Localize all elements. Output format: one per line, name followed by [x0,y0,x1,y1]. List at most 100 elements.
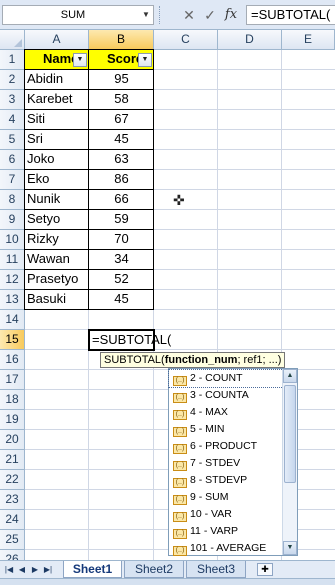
cell-value: Sri [27,131,43,146]
table-cell[interactable]: Sri [24,129,89,150]
row-header-4[interactable]: 4 [0,110,25,130]
autocomplete-option[interactable]: (..) 101 - AVERAGE [169,540,283,557]
tab-sheet2[interactable]: Sheet2 [124,561,184,578]
table-cell[interactable]: Joko [24,149,89,170]
table-cell[interactable]: 66 [88,189,154,210]
autocomplete-scrollbar[interactable]: ▲ ▼ [282,369,297,555]
row-header-3[interactable]: 3 [0,90,25,110]
table-cell[interactable]: Eko [24,169,89,190]
table-cell[interactable]: 86 [88,169,154,190]
row-header-24[interactable]: 24 [0,510,25,530]
table-cell[interactable]: Rizky [24,229,89,250]
row-header-25[interactable]: 25 [0,530,25,550]
cell-value: 45 [114,131,129,146]
table-cell[interactable]: Basuki [24,289,89,310]
tab-sheet1[interactable]: Sheet1 [63,561,122,578]
row-header-10[interactable]: 10 [0,230,25,250]
table-cell[interactable]: 59 [88,209,154,230]
table-cell[interactable]: 70 [88,229,154,250]
row-header-16[interactable]: 16 [0,350,25,370]
insert-function-icon[interactable]: fx [222,5,240,25]
gridline [25,349,335,350]
row-header-19[interactable]: 19 [0,410,25,430]
row-header-12[interactable]: 12 [0,270,25,290]
table-cell[interactable]: 58 [88,89,154,110]
table-cell[interactable]: 52 [88,269,154,290]
table-cell[interactable]: 34 [88,249,154,270]
table-cell[interactable]: Prasetyo [24,269,89,290]
table-cell[interactable]: 45 [88,129,154,150]
row-header-1[interactable]: 1 [0,50,25,70]
column-header-d[interactable]: D [218,30,282,50]
formula-bar-grip[interactable] [159,6,162,24]
active-cell-text: =SUBTOTAL( [92,332,172,347]
tab-sheet3[interactable]: Sheet3 [186,561,246,578]
table-cell[interactable]: 63 [88,149,154,170]
chevron-down-icon[interactable]: ▼ [140,7,152,23]
autocomplete-option[interactable]: (..) 5 - MIN [169,421,283,438]
table-cell[interactable]: Setyo [24,209,89,230]
autocomplete-option[interactable]: (..) 10 - VAR [169,506,283,523]
row-header-17[interactable]: 17 [0,370,25,390]
table-header-cell[interactable]: Name ▼ [24,49,89,70]
row-header-11[interactable]: 11 [0,250,25,270]
row-header-2[interactable]: 2 [0,70,25,90]
select-all-corner[interactable] [0,30,25,50]
scroll-up-icon[interactable]: ▲ [283,369,297,383]
row-header-15[interactable]: 15 [0,330,25,350]
last-sheet-icon[interactable]: ▶| [41,563,55,577]
autocomplete-option[interactable]: (..) 8 - STDEVP [169,472,283,489]
autocomplete-option[interactable]: (..) 3 - COUNTA [169,387,283,404]
row-header-23[interactable]: 23 [0,490,25,510]
column-header-a[interactable]: A [25,30,89,50]
cell-value: 58 [114,91,129,106]
row-header-22[interactable]: 22 [0,470,25,490]
table-cell[interactable]: Wawan [24,249,89,270]
function-num-autocomplete[interactable]: (..) 2 - COUNT (..) 3 - COUNTA (..) 4 - MAX (.… [168,368,298,556]
enter-icon[interactable]: ✓ [201,5,219,25]
autocomplete-option[interactable]: (..) 9 - SUM [169,489,283,506]
insert-sheet-icon[interactable]: ✚ [257,563,273,576]
table-cell[interactable]: 45 [88,289,154,310]
prev-sheet-icon[interactable]: ◀ [15,563,29,577]
row-header-8[interactable]: 8 [0,190,25,210]
scroll-down-icon[interactable]: ▼ [283,541,297,555]
autocomplete-option[interactable]: (..) 6 - PRODUCT [169,438,283,455]
row-header-7[interactable]: 7 [0,170,25,190]
filter-dropdown-icon[interactable]: ▼ [138,53,152,67]
filter-dropdown-icon[interactable]: ▼ [73,53,87,67]
row-header-14[interactable]: 14 [0,310,25,330]
table-cell[interactable]: Siti [24,109,89,130]
column-header-e[interactable]: E [282,30,335,50]
table-cell[interactable]: 95 [88,69,154,90]
row-header-21[interactable]: 21 [0,450,25,470]
cancel-icon[interactable]: ✕ [180,5,198,25]
first-sheet-icon[interactable]: |◀ [2,563,16,577]
column-header-b[interactable]: B [89,30,154,50]
autocomplete-option[interactable]: (..) 11 - VARP [169,523,283,540]
row-header-13[interactable]: 13 [0,290,25,310]
scrollbar-thumb[interactable] [284,385,296,483]
table-cell[interactable]: Karebet [24,89,89,110]
row-header-9[interactable]: 9 [0,210,25,230]
table-cell[interactable]: Abidin [24,69,89,90]
table-cell[interactable]: 67 [88,109,154,130]
autocomplete-option[interactable]: (..) 4 - MAX [169,404,283,421]
name-box[interactable]: SUM ▼ [2,5,154,25]
next-sheet-icon[interactable]: ▶ [28,563,42,577]
autocomplete-label: 10 - VAR [190,508,232,520]
argument-icon: (..) [173,461,187,471]
row-header-20[interactable]: 20 [0,430,25,450]
table-cell[interactable]: Nunik [24,189,89,210]
row-header-18[interactable]: 18 [0,390,25,410]
row-header-6[interactable]: 6 [0,150,25,170]
table-header-cell[interactable]: Score ▼ [88,49,154,70]
function-tooltip[interactable]: SUBTOTAL(function_num; ref1; ...) [100,352,286,368]
autocomplete-option[interactable]: (..) 7 - STDEV [169,455,283,472]
status-bar [0,578,335,585]
column-header-c[interactable]: C [154,30,218,50]
active-cell-b15[interactable]: =SUBTOTAL( [88,329,171,351]
autocomplete-option[interactable]: (..) 2 - COUNT [168,369,284,388]
row-header-5[interactable]: 5 [0,130,25,150]
formula-input[interactable]: =SUBTOTAL( [246,5,335,25]
